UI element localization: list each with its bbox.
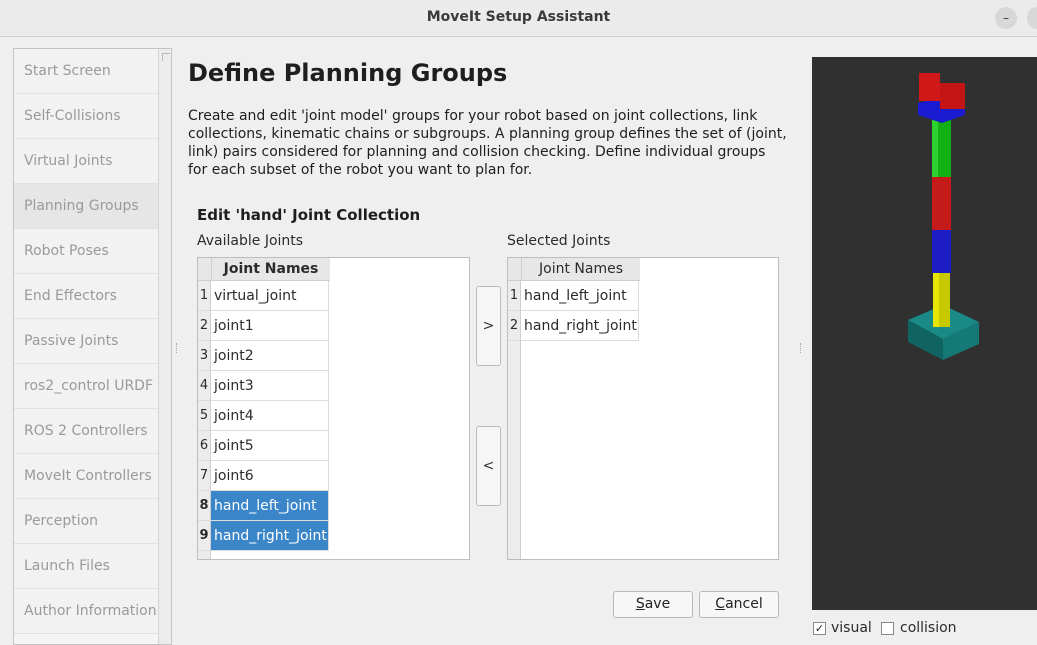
table-row-selected[interactable]: hand_right_joint — [211, 521, 329, 551]
title-bar: MoveIt Setup Assistant – — [0, 0, 1037, 37]
robot-finger-right — [940, 83, 965, 109]
row-number: 9 — [198, 521, 211, 551]
sidebar-item-perception[interactable]: Perception — [14, 499, 158, 544]
cancel-button-label: ancel — [725, 596, 763, 612]
robot-link-yellow-highlight — [933, 271, 939, 327]
left-splitter-handle[interactable] — [176, 343, 178, 353]
minimize-button[interactable]: – — [995, 7, 1017, 29]
available-joints-table[interactable]: Joint Names 1 virtual_joint 2 joint1 3 j… — [197, 257, 470, 560]
sidebar-item-robot-poses[interactable]: Robot Poses — [14, 229, 158, 274]
robot-link-red — [932, 176, 951, 230]
row-number: 2 — [198, 311, 211, 341]
sidebar-item-launch-files[interactable]: Launch Files — [14, 544, 158, 589]
sidebar-item-self-collisions[interactable]: Self-Collisions — [14, 94, 158, 139]
sidebar-item-ros2-control-urdf[interactable]: ros2_control URDF M — [14, 364, 158, 409]
table-row[interactable]: joint6 — [211, 461, 329, 491]
selected-joints-label: Selected Joints — [507, 233, 611, 249]
row-number-filler — [508, 341, 521, 559]
collision-label: collision — [900, 620, 957, 636]
row-number: 1 — [508, 281, 521, 311]
column-header-joint-names[interactable]: Joint Names — [521, 258, 640, 281]
row-number: 4 — [198, 371, 211, 401]
visual-checkbox[interactable]: ✓ — [813, 622, 826, 635]
scroll-up-icon — [162, 53, 170, 61]
row-number-filler — [198, 551, 211, 559]
table-row-selected[interactable]: hand_left_joint — [211, 491, 329, 521]
visual-label: visual — [831, 620, 872, 636]
page-title: Define Planning Groups — [188, 59, 508, 87]
page-description: Create and edit 'joint model' groups for… — [188, 108, 787, 178]
remove-joint-button[interactable]: < — [476, 426, 501, 506]
save-mnemonic: S — [635, 596, 645, 612]
maximize-button[interactable] — [1027, 7, 1037, 29]
window-title: MoveIt Setup Assistant — [426, 9, 611, 25]
sidebar-nav: Start Screen Self-Collisions Virtual Joi… — [13, 48, 172, 645]
table-row[interactable]: virtual_joint — [211, 281, 329, 311]
sidebar-item-moveit-controllers[interactable]: MoveIt Controllers — [14, 454, 158, 499]
table-row[interactable]: hand_right_joint — [521, 311, 639, 341]
row-number: 2 — [508, 311, 521, 341]
sidebar-item-start-screen[interactable]: Start Screen — [14, 49, 158, 94]
table-row[interactable]: hand_left_joint — [521, 281, 639, 311]
robot-finger-left — [919, 73, 940, 101]
save-button-label: ave — [644, 596, 671, 612]
robot-model-render — [908, 73, 979, 360]
row-number: 3 — [198, 341, 211, 371]
cancel-button[interactable]: Cancel — [699, 591, 779, 618]
row-number: 7 — [198, 461, 211, 491]
save-button[interactable]: Save — [613, 591, 693, 618]
sidebar-item-ros2-controllers[interactable]: ROS 2 Controllers — [14, 409, 158, 454]
table-header: Joint Names — [508, 258, 640, 281]
sidebar-item-planning-groups[interactable]: Planning Groups — [14, 184, 158, 229]
collision-checkbox[interactable] — [881, 622, 894, 635]
add-joint-button[interactable]: > — [476, 286, 501, 366]
app-window: MoveIt Setup Assistant – Start Screen Se… — [0, 0, 1037, 645]
row-number: 8 — [198, 491, 211, 521]
row-number: 6 — [198, 431, 211, 461]
row-number: 1 — [198, 281, 211, 311]
table-row[interactable]: joint5 — [211, 431, 329, 461]
table-row[interactable]: joint1 — [211, 311, 329, 341]
collection-title: Edit 'hand' Joint Collection — [197, 206, 421, 224]
sidebar-item-author-information[interactable]: Author Information — [14, 589, 158, 634]
sidebar-scrollbar[interactable] — [158, 49, 171, 644]
cancel-mnemonic: C — [715, 596, 726, 612]
robot-3d-viewport[interactable] — [812, 57, 1037, 610]
sidebar-item-virtual-joints[interactable]: Virtual Joints — [14, 139, 158, 184]
column-header-joint-names[interactable]: Joint Names — [211, 258, 330, 281]
right-splitter-handle[interactable] — [800, 343, 802, 353]
table-row[interactable]: joint3 — [211, 371, 329, 401]
selected-joints-table[interactable]: Joint Names 1 hand_left_joint 2 hand_rig… — [507, 257, 779, 560]
table-row[interactable]: joint4 — [211, 401, 329, 431]
robot-link-green-highlight — [932, 117, 938, 177]
table-header: Joint Names — [198, 258, 330, 281]
table-row[interactable]: joint2 — [211, 341, 329, 371]
sidebar-item-passive-joints[interactable]: Passive Joints — [14, 319, 158, 364]
available-joints-label: Available Joints — [197, 233, 304, 249]
sidebar-item-end-effectors[interactable]: End Effectors — [14, 274, 158, 319]
row-number: 5 — [198, 401, 211, 431]
robot-link-blue — [932, 229, 951, 273]
